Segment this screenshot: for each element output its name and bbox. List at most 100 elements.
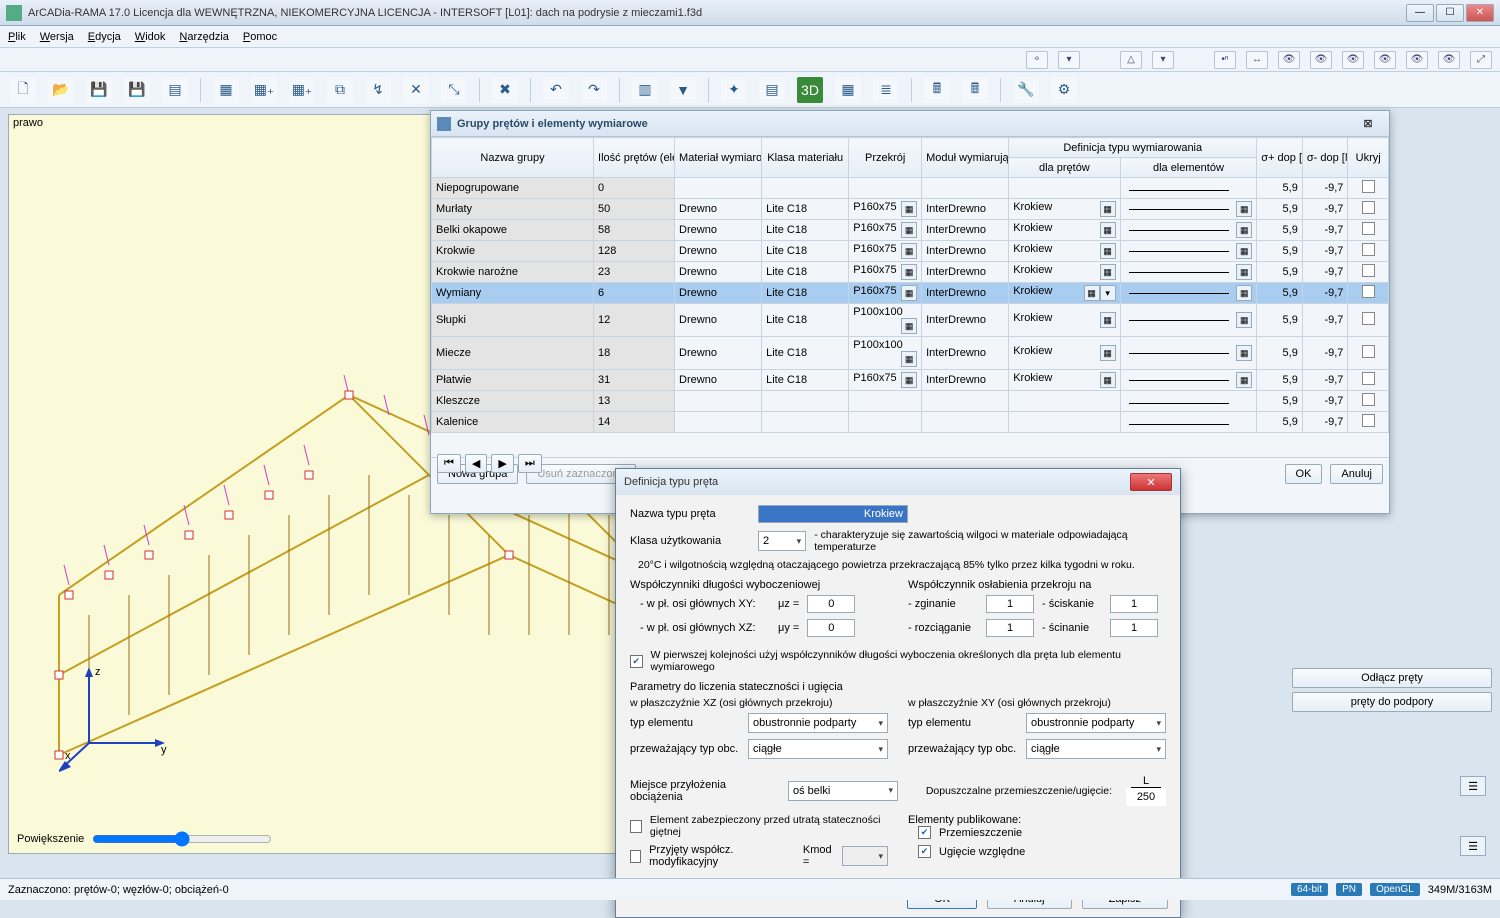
eye-icon[interactable]: 👁 (1374, 51, 1396, 69)
node-icon[interactable]: •ⁿ (1214, 51, 1236, 69)
bar-type-name-input[interactable] (758, 505, 908, 523)
nav-prev-button[interactable]: ◀ (465, 454, 487, 473)
col-sigma-plus[interactable]: σ+ dop [MPa] (1257, 138, 1303, 178)
menu-narzedzia[interactable]: Narzędzia (179, 31, 229, 43)
table-row[interactable]: Niepogrupowane05,9-9,7 (432, 178, 1389, 199)
maximize-button[interactable]: ☐ (1436, 4, 1464, 22)
load-type-select-xy[interactable]: ciągłe (1026, 739, 1166, 759)
table-row[interactable]: Kleszcze135,9-9,7 (432, 391, 1389, 412)
priority-checkbox[interactable]: ✔ (630, 655, 643, 668)
pub-displacement-checkbox[interactable]: ✔ (918, 826, 931, 839)
pub-deflection-checkbox[interactable]: ✔ (918, 845, 931, 858)
col-count[interactable]: Ilość prętów (elementów) (594, 138, 675, 178)
filter-icon[interactable]: ▼ (670, 77, 696, 103)
tension-input[interactable] (986, 619, 1034, 637)
panel-ok-button[interactable]: OK (1285, 464, 1323, 484)
elem-type-select-xy[interactable]: obustronnie podparty (1026, 713, 1166, 733)
mu-z-input[interactable] (807, 595, 855, 613)
calc2-icon[interactable]: 🖩 (962, 77, 988, 103)
col-material[interactable]: Materiał wymiarowany (675, 138, 762, 178)
view-icon[interactable]: ⚬ (1026, 51, 1048, 69)
copy-icon[interactable]: ⧉ (327, 77, 353, 103)
col-deftype[interactable]: Definicja typu wymiarowania (1009, 138, 1257, 158)
eye-icon[interactable]: 👁 (1438, 51, 1460, 69)
defl-denominator-input[interactable] (1126, 788, 1166, 806)
grid-icon[interactable]: ▦ (213, 77, 239, 103)
project-icon[interactable]: ▤ (162, 77, 188, 103)
menu-pomoc[interactable]: Pomoc (243, 31, 277, 43)
table-row[interactable]: Krokwie128DrewnoLite C18P160x75▦InterDre… (432, 241, 1389, 262)
mod-checkbox[interactable] (630, 850, 641, 863)
delete-icon[interactable]: ✖ (492, 77, 518, 103)
nav-first-button[interactable]: ⏮ (437, 454, 461, 473)
panel-cancel-button[interactable]: Anuluj (1330, 464, 1383, 484)
groups-table[interactable]: Nazwa grupy Ilość prętów (elementów) Mat… (431, 137, 1389, 433)
col-for-bars[interactable]: dla prętów (1009, 158, 1120, 178)
menu-edycja[interactable]: Edycja (88, 31, 121, 43)
save-icon[interactable]: 💾 (86, 77, 112, 103)
table-row[interactable]: Krokwie narożne23DrewnoLite C18P160x75▦I… (432, 262, 1389, 283)
protected-checkbox[interactable] (630, 820, 642, 833)
new-file-icon[interactable]: 🗋 (10, 77, 36, 103)
panel-close-button[interactable]: ⊠ (1353, 116, 1383, 132)
table-row[interactable]: Kalenice145,9-9,7 (432, 412, 1389, 433)
dim-icon[interactable]: ↔ (1246, 51, 1268, 69)
expand-icon[interactable]: ⤢ (1470, 51, 1492, 69)
tool-icon[interactable]: ✦ (721, 77, 747, 103)
section-db-icon[interactable]: ▥ (632, 77, 658, 103)
add-bar-icon[interactable]: ▦₊ (289, 77, 315, 103)
3d-view-icon[interactable]: 3D (797, 77, 823, 103)
col-hide[interactable]: Ukryj (1348, 138, 1389, 178)
expand-button[interactable]: ☰ (1460, 776, 1486, 796)
zoom-slider[interactable] (92, 831, 272, 847)
saveall-icon[interactable]: 💾 (124, 77, 150, 103)
detach-bars-button[interactable]: Odłącz pręty (1292, 668, 1492, 688)
menu-widok[interactable]: Widok (135, 31, 166, 43)
view-icon[interactable]: ▾ (1058, 51, 1080, 69)
calc-icon[interactable]: 🖩 (924, 77, 950, 103)
open-file-icon[interactable]: 📂 (48, 77, 74, 103)
load-place-select[interactable]: oś belki (788, 781, 898, 801)
minimize-button[interactable]: — (1406, 4, 1434, 22)
undo-icon[interactable]: ↶ (543, 77, 569, 103)
eye-icon[interactable]: 👁 (1406, 51, 1428, 69)
nav-next-button[interactable]: ▶ (491, 454, 513, 473)
col-class[interactable]: Klasa materiału (762, 138, 849, 178)
bending-input[interactable] (986, 595, 1034, 613)
menu-plik[interactable]: Plik (8, 31, 26, 43)
settings-icon[interactable]: 🔧 (1013, 77, 1039, 103)
compress-input[interactable] (1110, 595, 1158, 613)
col-module[interactable]: Moduł wymiarujący (922, 138, 1009, 178)
dimension-icon[interactable]: ✕ (403, 77, 429, 103)
mu-y-input[interactable] (807, 619, 855, 637)
view-icon[interactable]: ▾ (1152, 51, 1174, 69)
options-icon[interactable]: ⚙ (1051, 77, 1077, 103)
table-row[interactable]: Murłaty50DrewnoLite C18P160x75▦InterDrew… (432, 199, 1389, 220)
axes-icon[interactable]: △ (1120, 51, 1142, 69)
table-row[interactable]: Wymiany6DrewnoLite C18P160x75▦InterDrewn… (432, 283, 1389, 304)
dialog-close-button[interactable]: ✕ (1130, 473, 1172, 491)
add-node-icon[interactable]: ▦₊ (251, 77, 277, 103)
col-name[interactable]: Nazwa grupy (432, 138, 594, 178)
elem-type-select-xz[interactable]: obustronnie podparty (748, 713, 888, 733)
table-row[interactable]: Miecze18DrewnoLite C18P100x100▦InterDrew… (432, 337, 1389, 370)
table-row[interactable]: Płatwie31DrewnoLite C18P160x75▦InterDrew… (432, 370, 1389, 391)
col-section[interactable]: Przekrój (849, 138, 922, 178)
expand-button[interactable]: ☰ (1460, 836, 1486, 856)
load-icon[interactable]: ↯ (365, 77, 391, 103)
sheet-icon[interactable]: ▤ (759, 77, 785, 103)
table-row[interactable]: Słupki12DrewnoLite C18P100x100▦InterDrew… (432, 304, 1389, 337)
load-type-select-xz[interactable]: ciągłe (748, 739, 888, 759)
menu-wersja[interactable]: Wersja (40, 31, 74, 43)
coord-icon[interactable]: ⤡ (441, 77, 467, 103)
col-for-elems[interactable]: dla elementów (1120, 158, 1257, 178)
eye-icon[interactable]: 👁 (1278, 51, 1300, 69)
eye-icon[interactable]: 👁 (1310, 51, 1332, 69)
usage-class-select[interactable]: 2 (758, 531, 806, 551)
redo-icon[interactable]: ↷ (581, 77, 607, 103)
table-row[interactable]: Belki okapowe58DrewnoLite C18P160x75▦Int… (432, 220, 1389, 241)
shear-input[interactable] (1110, 619, 1158, 637)
window-close-button[interactable]: ✕ (1466, 4, 1494, 22)
nav-last-button[interactable]: ⏭ (518, 454, 542, 473)
bars-to-support-button[interactable]: pręty do podpory (1292, 692, 1492, 712)
